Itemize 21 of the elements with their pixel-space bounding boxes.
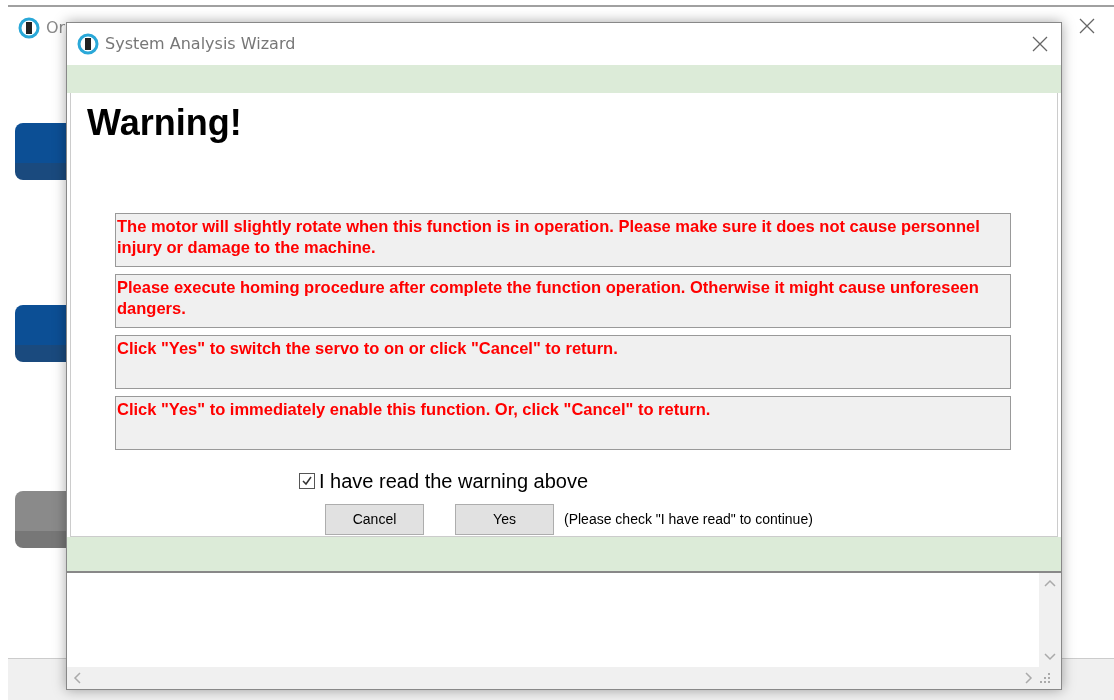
side-button[interactable] — [15, 491, 66, 548]
checkbox[interactable] — [299, 472, 315, 489]
side-button[interactable] — [15, 123, 66, 180]
warning-message: The motor will slightly rotate when this function is in operation. Please make sure it does not cause personnel injury or damage to the machine. — [115, 212, 1011, 267]
close-icon[interactable] — [1031, 35, 1049, 53]
vertical-scrollbar[interactable] — [1039, 573, 1061, 667]
checkbox-label[interactable]: I have read the warning above — [319, 465, 589, 496]
warning-heading: Warning! — [87, 103, 243, 143]
warning-message: Click "Yes" to switch the servo to on or click "Cancel" to return. — [115, 334, 1011, 389]
window-title: Or — [46, 17, 66, 39]
side-button[interactable] — [15, 305, 66, 362]
dialog-button[interactable]: Cancel — [325, 503, 424, 535]
warning-message: Please execute homing procedure after complete the function operation. Otherwise it might cause unforeseen dangers. — [115, 273, 1011, 328]
dialog-button[interactable]: Yes — [455, 503, 554, 535]
hint-text: (Please check "I have read" to continue) — [564, 509, 813, 529]
dialog-title: System Analysis Wizard — [105, 33, 296, 55]
warning-message: Click "Yes" to immediately enable this function. Or, click "Cancel" to return. — [115, 395, 1011, 450]
resize-grip-icon[interactable] — [1039, 672, 1051, 684]
app-logo-icon — [18, 17, 40, 39]
horizontal-scrollbar[interactable] — [67, 667, 1039, 689]
app-logo-icon — [77, 33, 99, 55]
